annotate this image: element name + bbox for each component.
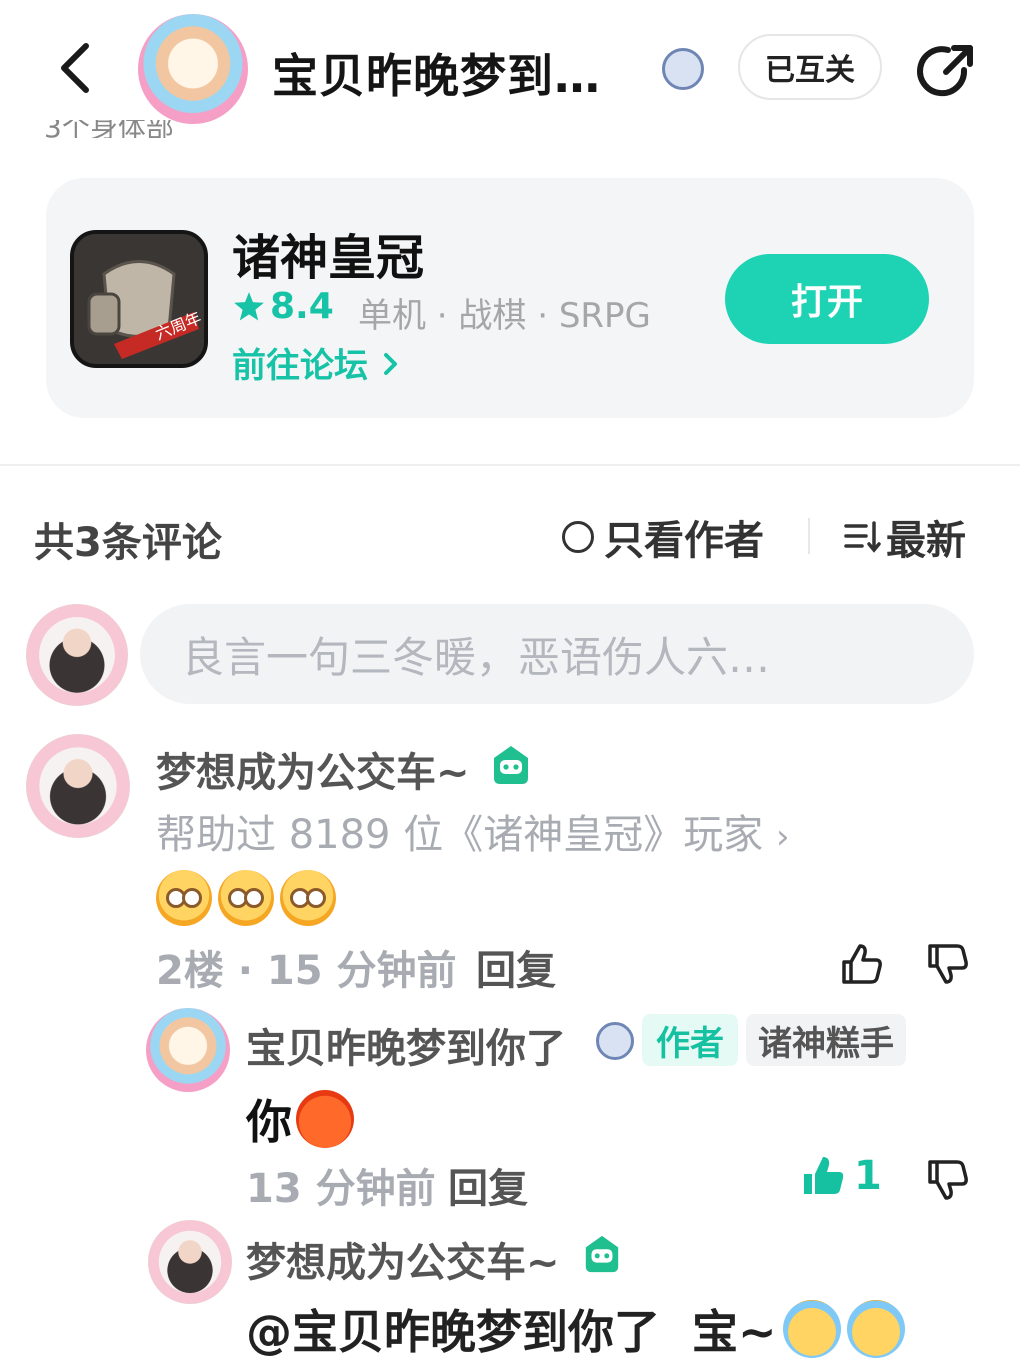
reply-text-content: 你 [246, 1095, 292, 1149]
crying-emoji-icon [846, 1300, 905, 1358]
pleading-emoji-icon [218, 870, 274, 926]
radio-icon [562, 521, 594, 553]
cutoff-post-text: 3个身体部 [44, 120, 174, 138]
sort-label: 最新 [886, 518, 966, 564]
help-stats-text: 帮助过 8189 位《诸神皇冠》玩家 [156, 812, 764, 858]
thumbs-down-icon [928, 944, 968, 984]
like-button[interactable] [838, 940, 886, 988]
game-rating-value: 8.4 [270, 286, 334, 327]
game-name: 诸神皇冠 [232, 230, 425, 286]
sort-divider [808, 518, 810, 554]
share-icon [917, 45, 973, 97]
game-icon: 六周年 [70, 230, 208, 368]
open-game-button[interactable]: 打开 [725, 254, 929, 344]
verified-icon [596, 1022, 634, 1060]
dislike-button[interactable] [924, 940, 972, 988]
page-title: 宝贝昨晚梦到… [272, 49, 601, 103]
thumbs-up-icon [842, 944, 882, 984]
armor-icon: 六周年 [74, 234, 204, 364]
comment-input[interactable]: 良言一句三冬暖，恶语伤人六… [140, 604, 974, 704]
thumbs-down-icon [928, 1160, 968, 1200]
crying-emoji-icon [782, 1300, 841, 1358]
reply-text-content: @宝贝昨晚梦到你了 宝~ [246, 1305, 777, 1359]
author-only-label: 只看作者 [604, 518, 764, 564]
forum-link[interactable]: 前往论坛 [232, 338, 402, 387]
chevron-left-icon [61, 43, 89, 93]
star-icon [234, 291, 264, 320]
commenter-avatar[interactable] [26, 734, 130, 838]
follow-button[interactable]: 已互关 [738, 34, 882, 100]
reply-author-name[interactable]: 梦想成为公交车~ [246, 1230, 560, 1288]
reply-author-name[interactable]: 宝贝昨晚梦到你了 [246, 1016, 566, 1074]
like-button-active[interactable]: 1 [800, 1152, 882, 1200]
reply-time: 13 分钟前 [246, 1166, 436, 1212]
chevron-right-icon [383, 353, 397, 375]
reply-text: 你 [246, 1086, 354, 1152]
reply-button[interactable]: 回复 [476, 938, 556, 996]
author-badge: 作者 [642, 1014, 738, 1066]
header-avatar[interactable] [138, 14, 248, 124]
pleading-emoji-icon [280, 870, 336, 926]
verified-icon [662, 48, 704, 90]
chevron-right-icon: › [775, 817, 790, 857]
reply-author-avatar[interactable] [146, 1008, 230, 1092]
game-tags: 单机 · 战棋 · SRPG [358, 296, 651, 336]
commenter-name[interactable]: 梦想成为公交车~ [156, 740, 470, 798]
section-divider [0, 464, 1020, 466]
robot-badge-icon [582, 1234, 622, 1278]
pleading-emoji-icon [156, 870, 212, 926]
dislike-button[interactable] [924, 1156, 972, 1204]
game-rating: 8.4 [232, 286, 334, 327]
comment-emojis [156, 870, 342, 926]
my-avatar [26, 604, 128, 706]
reply-author-avatar[interactable] [148, 1220, 232, 1304]
back-button[interactable] [52, 38, 102, 98]
level-badge: 诸神糕手 [746, 1014, 906, 1066]
forum-link-label: 前往论坛 [232, 346, 368, 386]
reply-text: @宝贝昨晚梦到你了 宝~ [246, 1296, 905, 1362]
help-stats-link[interactable]: 帮助过 8189 位《诸神皇冠》玩家 › [156, 802, 790, 860]
robot-badge-icon [490, 744, 532, 790]
thumbs-up-filled-icon [804, 1157, 844, 1194]
sort-icon [844, 521, 881, 553]
share-button[interactable] [914, 40, 978, 104]
reply-button[interactable]: 回复 [448, 1156, 528, 1214]
author-only-toggle[interactable]: 只看作者 [562, 508, 764, 566]
comment-floor-time: 2楼 · 15 分钟前 [156, 948, 457, 994]
like-count: 1 [854, 1153, 882, 1199]
angry-emoji-icon [296, 1090, 354, 1148]
sort-button[interactable]: 最新 [842, 508, 966, 566]
comment-count: 共3条评论 [34, 520, 222, 566]
